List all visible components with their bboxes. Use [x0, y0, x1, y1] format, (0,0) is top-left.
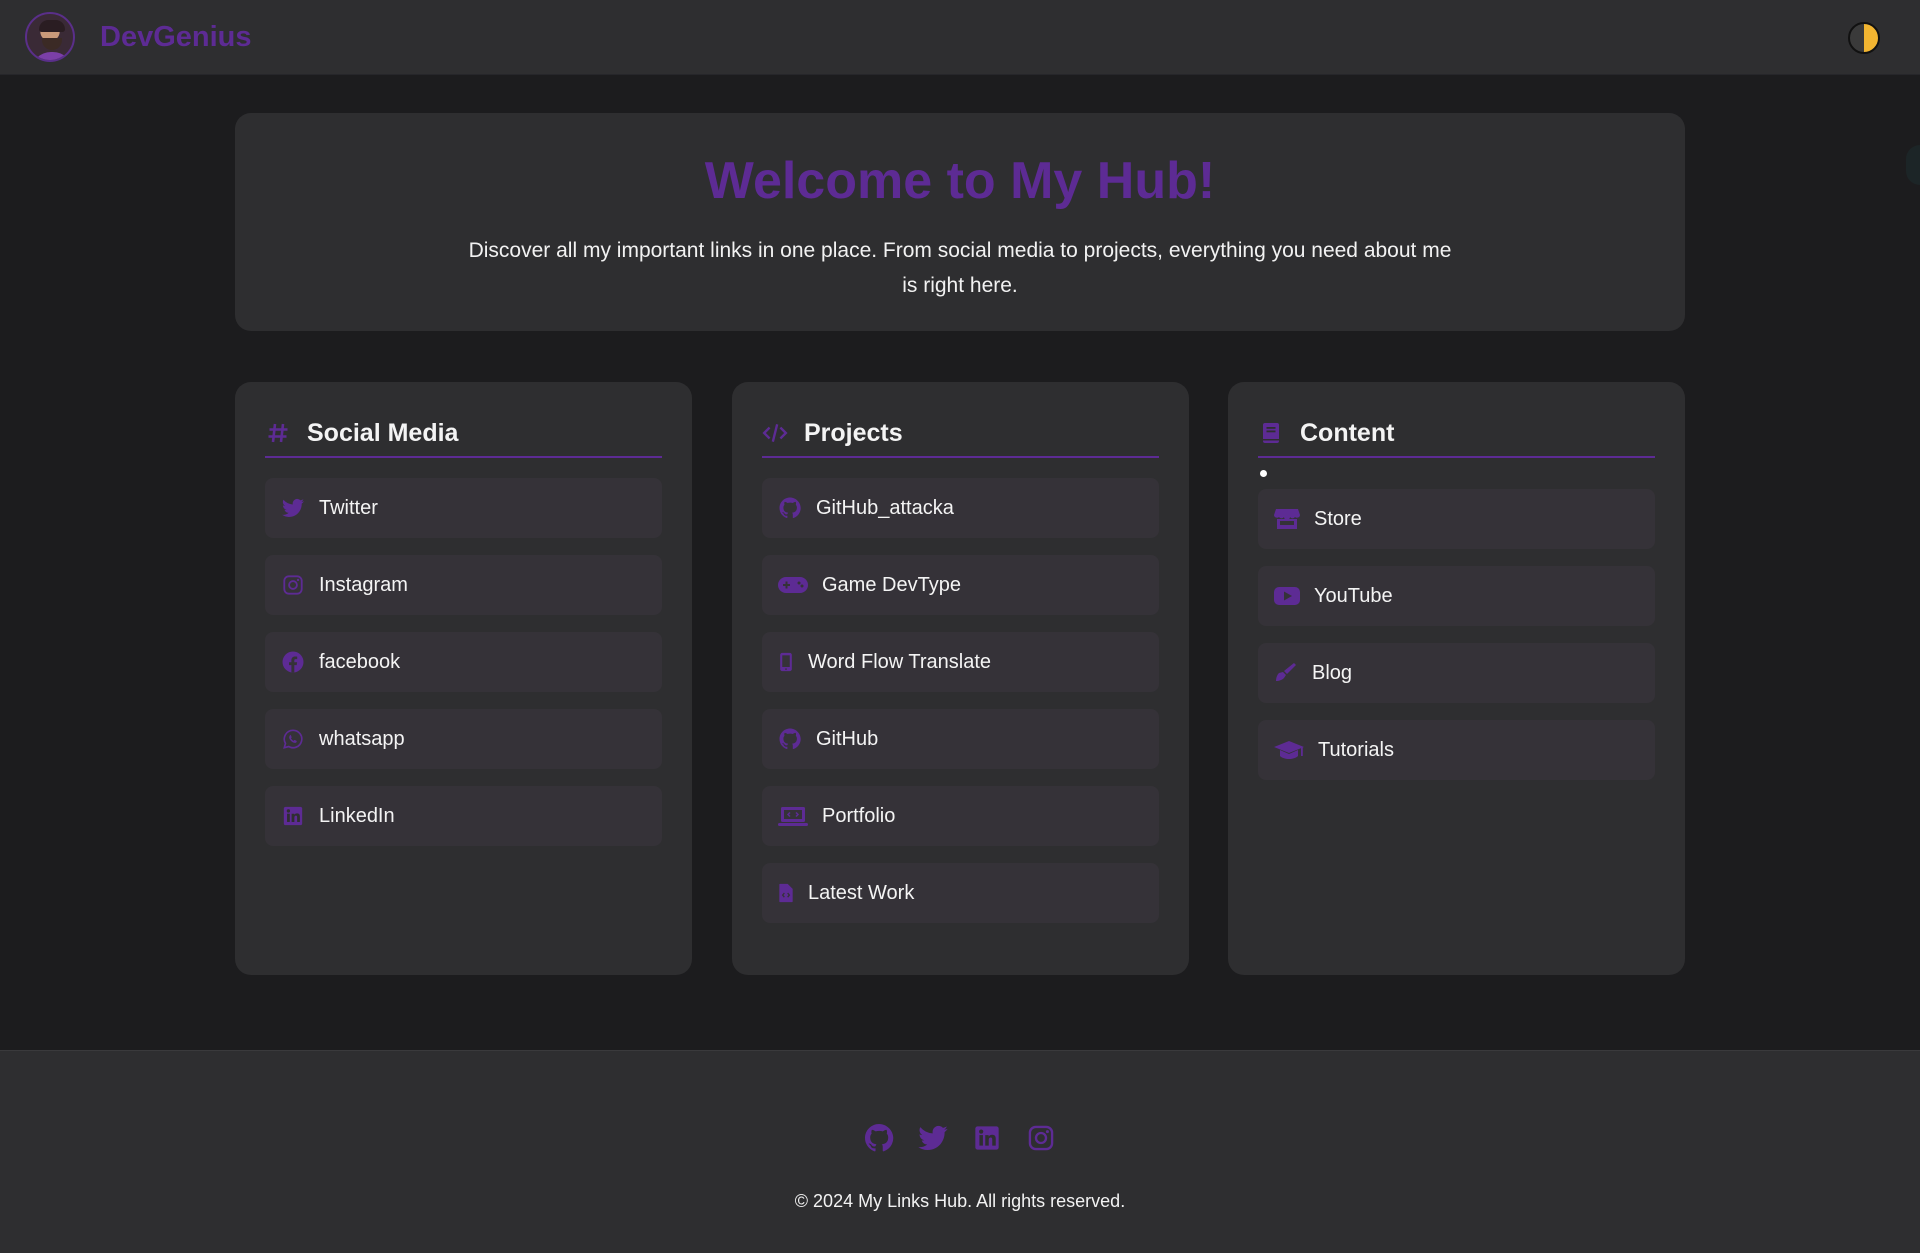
graduation-cap-icon — [1272, 737, 1306, 763]
code-icon — [762, 420, 788, 446]
github-icon[interactable] — [863, 1122, 895, 1154]
link-label: Tutorials — [1318, 738, 1394, 761]
projects-card: Projects GitHub_attacka Game DevType Wor… — [732, 382, 1189, 975]
laptop-icon — [776, 803, 810, 829]
link-label: Instagram — [319, 573, 408, 596]
link-label: YouTube — [1314, 584, 1393, 607]
card-title: Social Media — [307, 418, 459, 447]
linkedin-icon[interactable] — [971, 1122, 1003, 1154]
linkedin-icon — [279, 803, 307, 829]
mobile-icon — [776, 649, 796, 675]
edge-decoration — [1906, 145, 1920, 185]
store-icon — [1272, 506, 1302, 532]
link-label: Game DevType — [822, 573, 961, 596]
link-portfolio[interactable]: Portfolio — [762, 786, 1159, 846]
youtube-icon — [1272, 583, 1302, 609]
social-media-card: Social Media Twitter Instagram facebook … — [235, 382, 692, 975]
link-linkedin[interactable]: LinkedIn — [265, 786, 662, 846]
link-tutorials[interactable]: Tutorials — [1258, 720, 1655, 780]
link-label: GitHub — [816, 727, 879, 750]
theme-toggle-button[interactable] — [1848, 22, 1880, 54]
link-label: GitHub_attacka — [816, 496, 954, 519]
whatsapp-icon — [279, 726, 307, 752]
card-header: Social Media — [265, 410, 662, 458]
file-code-icon — [776, 880, 796, 906]
link-youtube[interactable]: YouTube — [1258, 566, 1655, 626]
link-word-flow-translate[interactable]: Word Flow Translate — [762, 632, 1159, 692]
card-title: Content — [1300, 418, 1395, 447]
book-icon — [1258, 420, 1284, 446]
page-footer: © 2024 My Links Hub. All rights reserved… — [0, 1050, 1920, 1253]
github-icon — [776, 495, 804, 521]
github-icon — [776, 726, 804, 752]
instagram-icon[interactable] — [1025, 1122, 1057, 1154]
pen-icon — [1272, 660, 1300, 686]
link-label: Blog — [1312, 661, 1353, 684]
welcome-hero: Welcome to My Hub! Discover all my impor… — [235, 113, 1685, 331]
link-latest-work[interactable]: Latest Work — [762, 863, 1159, 923]
link-label: Twitter — [319, 496, 378, 519]
link-game-devtype[interactable]: Game DevType — [762, 555, 1159, 615]
link-blog[interactable]: Blog — [1258, 643, 1655, 703]
twitter-icon — [279, 495, 307, 521]
link-facebook[interactable]: facebook — [265, 632, 662, 692]
twitter-icon[interactable] — [917, 1122, 949, 1154]
avatar[interactable] — [25, 12, 75, 62]
link-label: whatsapp — [319, 727, 405, 750]
instagram-icon — [279, 572, 307, 598]
link-label: Store — [1314, 507, 1362, 530]
link-instagram[interactable]: Instagram — [265, 555, 662, 615]
facebook-icon — [279, 649, 307, 675]
link-github-attacka[interactable]: GitHub_attacka — [762, 478, 1159, 538]
link-label: Word Flow Translate — [808, 650, 992, 673]
link-label: LinkedIn — [319, 804, 395, 827]
hero-title: Welcome to My Hub! — [704, 152, 1216, 210]
card-title: Projects — [804, 418, 903, 447]
list-bullet — [1260, 470, 1267, 477]
link-whatsapp[interactable]: whatsapp — [265, 709, 662, 769]
gamepad-icon — [776, 572, 810, 598]
copyright-text: © 2024 My Links Hub. All rights reserved… — [794, 1191, 1126, 1211]
link-label: Latest Work — [808, 881, 915, 904]
link-github[interactable]: GitHub — [762, 709, 1159, 769]
content-card: Content Store YouTube Blog Tutorials — [1228, 382, 1685, 975]
footer-social-icons — [0, 1122, 1920, 1154]
hash-icon — [265, 420, 291, 446]
brand-name[interactable]: DevGenius — [100, 21, 252, 54]
hero-description: Discover all my important links in one p… — [468, 239, 1452, 297]
card-header: Content — [1258, 410, 1655, 458]
link-twitter[interactable]: Twitter — [265, 478, 662, 538]
link-store[interactable]: Store — [1258, 489, 1655, 549]
link-label: Portfolio — [822, 804, 896, 827]
card-header: Projects — [762, 410, 1159, 458]
top-navbar: DevGenius — [0, 0, 1920, 75]
link-label: facebook — [319, 650, 401, 673]
